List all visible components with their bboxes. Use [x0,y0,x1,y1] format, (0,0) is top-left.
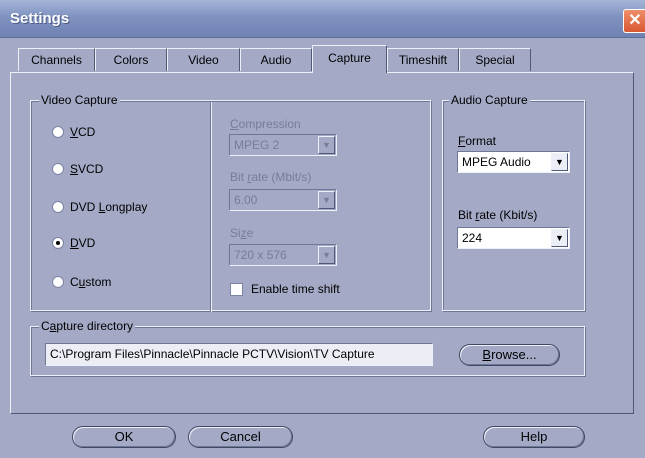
video-capture-legend: Video Capture [39,93,120,107]
audio-bitrate-value: 224 [462,231,483,245]
compression-label: Compression [230,117,301,131]
chevron-down-icon[interactable]: ▼ [551,229,568,247]
video-bitrate-select[interactable]: 6.00 ▼ [229,189,337,211]
tab-label: Channels [31,53,82,67]
capture-directory-input[interactable]: C:\Program Files\Pinnacle\Pinnacle PCTV\… [45,343,433,366]
tab-label: Timeshift [398,53,448,67]
radio-dvd[interactable]: DVD [52,235,95,251]
size-value: 720 x 576 [234,248,287,262]
audio-format-select[interactable]: MPEG Audio ▼ [457,151,570,173]
tab-channels[interactable]: Channels [18,48,95,71]
tab-label: Capture [328,51,371,65]
enable-timeshift-checkbox[interactable]: Enable time shift [230,281,340,297]
radio-label: VCD [70,125,96,139]
chevron-down-icon[interactable]: ▼ [551,153,568,171]
enable-timeshift-label: Enable time shift [251,282,340,296]
close-icon[interactable]: ✕ [623,9,645,33]
compression-value: MPEG 2 [234,138,280,152]
chevron-down-icon[interactable]: ▼ [318,246,335,264]
radio-button-icon[interactable] [52,126,64,138]
radio-vcd[interactable]: VCD [52,124,95,140]
help-button[interactable]: Help [483,426,585,448]
capture-directory-legend: Capture directory [39,319,136,333]
tab-label: Video [188,53,219,67]
size-select[interactable]: 720 x 576 ▼ [229,244,337,266]
radio-label: DVD Longplay [70,200,148,214]
audio-format-value: MPEG Audio [462,155,531,169]
radio-button-icon[interactable] [52,163,64,175]
tab-special[interactable]: Special [459,48,531,71]
radio-button-icon[interactable] [52,237,64,249]
tab-colors[interactable]: Colors [95,48,167,71]
group-divider [210,102,211,312]
tab-label: Special [475,53,515,67]
radio-button-icon[interactable] [52,276,64,288]
compression-select[interactable]: MPEG 2 ▼ [229,134,337,156]
settings-dialog: Settings ✕ Channels Colors Video Audio C… [0,0,645,458]
tab-label: Audio [260,53,292,67]
radio-label: SVCD [70,162,104,176]
radio-label: DVD [70,236,96,250]
ok-button[interactable]: OK [72,426,176,448]
tab-video[interactable]: Video [167,48,240,71]
video-bitrate-value: 6.00 [234,193,258,207]
audio-bitrate-label: Bit rate (Kbit/s) [458,208,538,222]
video-bitrate-label: Bit rate (Mbit/s) [230,170,312,184]
format-label: Format [458,134,497,148]
radio-custom[interactable]: Custom [52,274,111,290]
tab-capture[interactable]: Capture [312,45,387,73]
radio-svcd[interactable]: SVCD [52,161,103,177]
chevron-down-icon[interactable]: ▼ [318,136,335,154]
audio-capture-legend: Audio Capture [449,93,530,107]
radio-button-icon[interactable] [52,201,64,213]
audio-bitrate-select[interactable]: 224 ▼ [457,227,570,249]
tab-timeshift[interactable]: Timeshift [387,48,459,71]
audio-capture-group: Audio Capture [442,93,585,311]
checkbox-icon[interactable] [230,282,243,296]
title-bar[interactable]: Settings ✕ [0,0,645,38]
window-title: Settings [10,10,70,27]
size-label: Size [230,226,254,240]
chevron-down-icon[interactable]: ▼ [318,191,335,209]
radio-label: Custom [70,275,112,289]
tab-label: Colors [113,53,149,67]
tab-audio[interactable]: Audio [240,48,312,71]
browse-button[interactable]: Browse... [459,344,560,366]
radio-dvd-longplay[interactable]: DVD Longplay [52,199,147,215]
cancel-button[interactable]: Cancel [188,426,293,448]
